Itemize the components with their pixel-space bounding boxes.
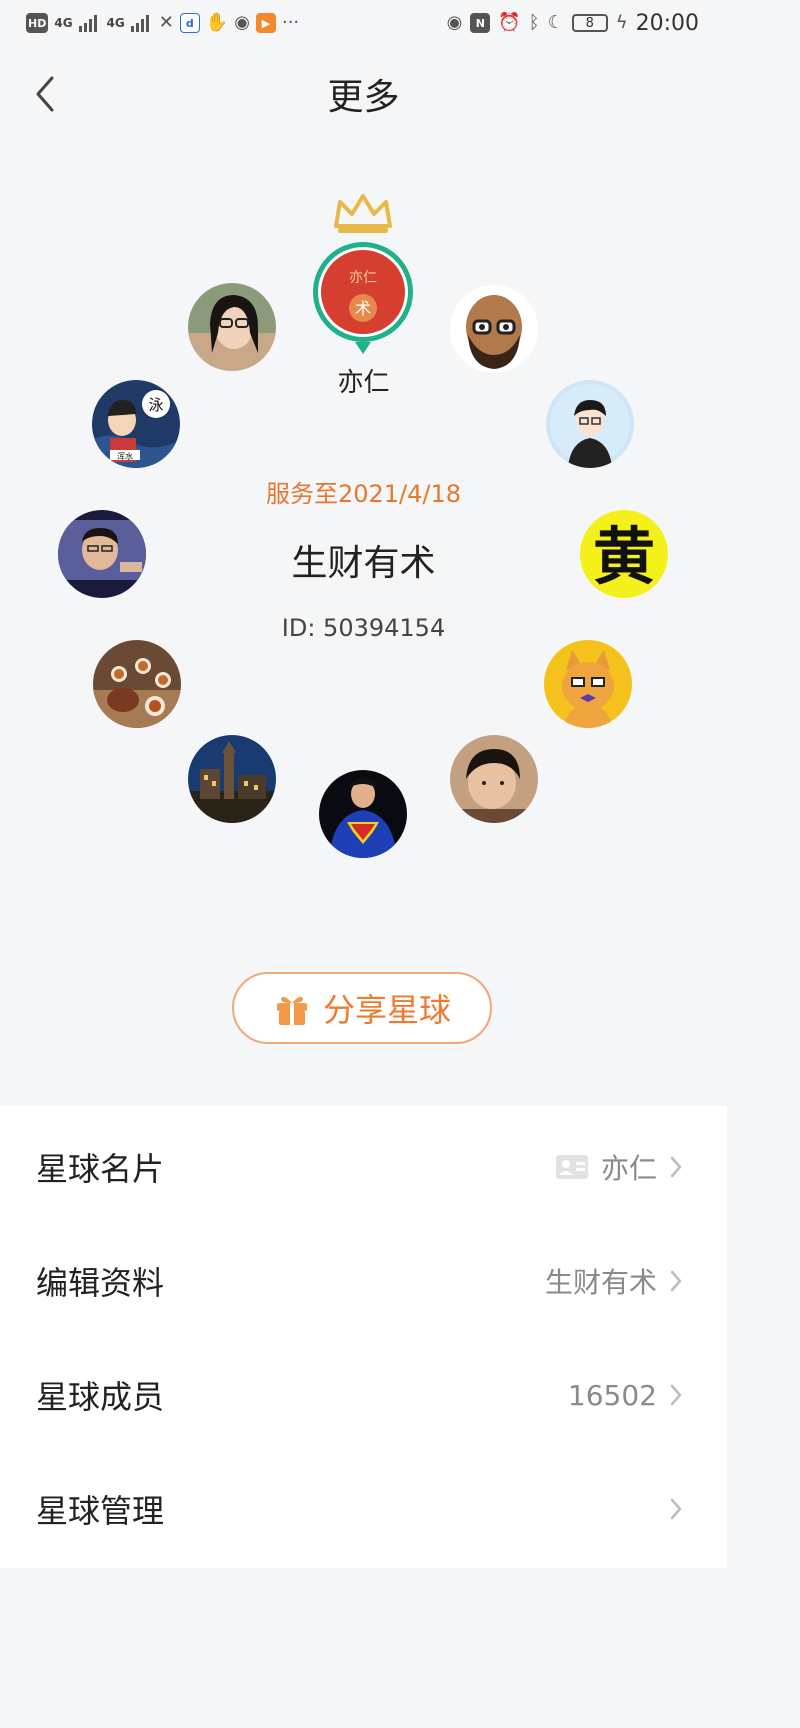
- planet-id: ID: 50394154: [281, 614, 446, 642]
- member-avatar-superman[interactable]: [319, 770, 407, 858]
- member-avatar-woman-glasses[interactable]: [188, 283, 276, 371]
- menu-item-value: 亦仁: [600, 1152, 657, 1185]
- member-avatar-child-photo[interactable]: [450, 735, 538, 823]
- menu-item-members[interactable]: 星球成员 16502: [0, 1338, 727, 1452]
- member-avatar-cat-cartoon[interactable]: [544, 640, 632, 728]
- id-card-icon: [555, 1155, 588, 1179]
- menu-item-edit-profile[interactable]: 编辑资料 生财有术: [0, 1224, 727, 1338]
- chevron-right-icon: [670, 1498, 682, 1520]
- share-planet-label: 分享星球: [322, 991, 451, 1029]
- member-avatar-bald-man-glasses[interactable]: [450, 285, 538, 373]
- svg-text:泳: 泳: [148, 396, 163, 414]
- menu-item-planet-management[interactable]: 星球管理: [0, 1452, 727, 1566]
- gift-icon: [276, 996, 307, 1025]
- planet-name: 生财有术: [291, 543, 436, 584]
- chevron-right-icon: [670, 1384, 682, 1406]
- member-avatar-cartoon-yong[interactable]: 泳浑水: [92, 380, 180, 468]
- svg-text:浑水: 浑水: [117, 451, 133, 461]
- menu-item-value: 生财有术: [544, 1266, 657, 1299]
- member-avatar-tea-set[interactable]: [93, 640, 181, 728]
- member-avatar-castle-night[interactable]: [188, 735, 276, 823]
- menu-item-label: 星球成员: [36, 1378, 165, 1416]
- menu-item-label: 星球名片: [36, 1150, 165, 1188]
- owner-avatar[interactable]: 亦仁 术: [311, 240, 415, 356]
- owner-avatar-text: 亦仁: [349, 270, 377, 286]
- member-avatar-cartoon-boy[interactable]: [546, 380, 634, 468]
- share-planet-button[interactable]: 分享星球: [232, 972, 492, 1044]
- crown-icon: [334, 194, 392, 233]
- owner-avatar-symbol: 术: [355, 299, 371, 318]
- member-count: 16502: [567, 1378, 657, 1412]
- chevron-right-icon: [670, 1156, 682, 1178]
- menu-item-planet-card[interactable]: 星球名片 亦仁: [0, 1110, 727, 1224]
- service-expiry: 服务至2021/4/18: [265, 480, 462, 508]
- member-avatar-ring: 亦仁 术 亦仁 泳浑水 黄 服务至2021/4/18 生财有术 ID: 5039…: [0, 0, 727, 900]
- settings-menu: 星球名片 亦仁 编辑资料 生财有术 星球成员 16502 星球管理: [0, 1106, 727, 1568]
- menu-item-label: 星球管理: [36, 1492, 165, 1530]
- chevron-right-icon: [670, 1270, 682, 1292]
- menu-item-label: 编辑资料: [36, 1264, 165, 1302]
